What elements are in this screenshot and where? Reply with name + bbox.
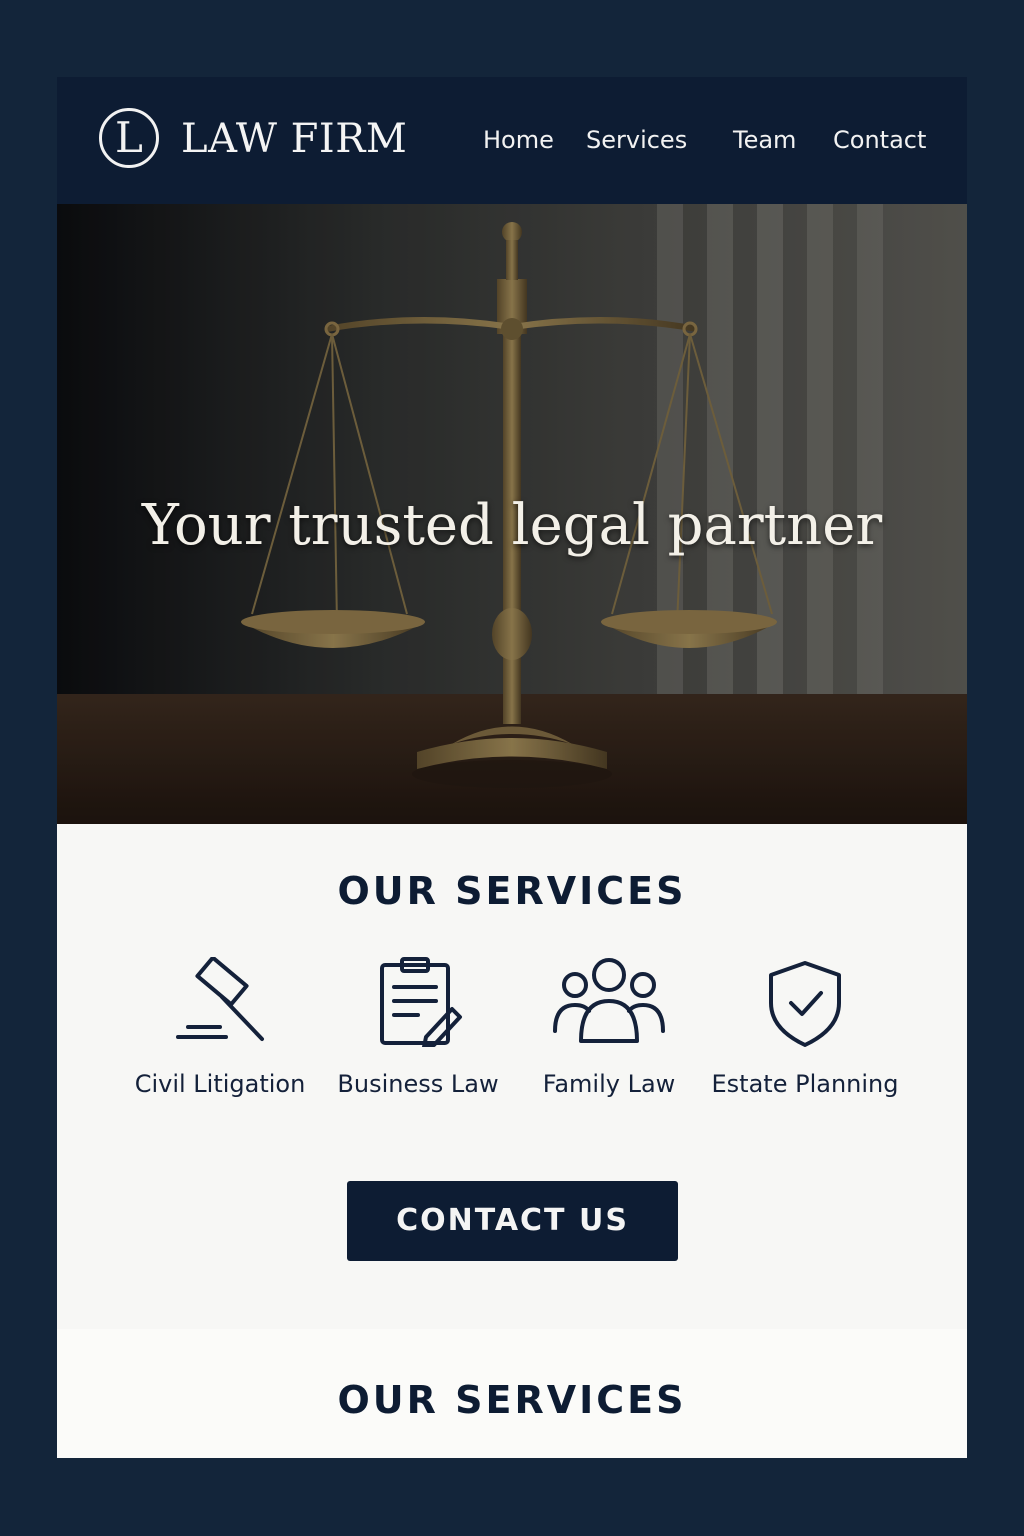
service-label: Business Law xyxy=(337,1070,499,1098)
services-heading-secondary: OUR SERVICES xyxy=(337,1378,687,1422)
shield-check-icon xyxy=(769,961,841,1047)
hero-banner: Your trusted legal partner xyxy=(57,204,967,824)
logo-icon[interactable]: L xyxy=(99,108,159,168)
site-header: L LAW FIRM Home Services Team Contact xyxy=(57,77,967,204)
service-business-law[interactable]: Business Law xyxy=(318,957,518,1099)
service-label: Civil Litigation xyxy=(134,1070,306,1098)
people-icon xyxy=(553,958,665,1043)
service-label: Family Law xyxy=(542,1070,676,1098)
service-civil-litigation[interactable]: Civil Litigation xyxy=(120,957,320,1099)
gavel-icon xyxy=(176,957,264,1041)
lower-section: OUR SERVICES xyxy=(57,1329,967,1458)
services-heading: OUR SERVICES xyxy=(337,869,687,913)
nav-home[interactable]: Home xyxy=(483,125,554,155)
clipboard-icon xyxy=(380,957,462,1047)
hero-title: Your trusted legal partner xyxy=(141,493,883,558)
brand-name[interactable]: LAW FIRM xyxy=(181,115,407,163)
nav-team[interactable]: Team xyxy=(733,125,796,155)
nav-contact[interactable]: Contact xyxy=(833,125,926,155)
service-label: Estate Planning xyxy=(711,1070,899,1098)
contact-us-button[interactable]: CONTACT US xyxy=(347,1181,678,1261)
nav-services[interactable]: Services xyxy=(586,125,687,155)
page: L LAW FIRM Home Services Team Contact Yo… xyxy=(57,77,967,1458)
service-family-law[interactable]: Family Law xyxy=(509,957,709,1099)
service-estate-planning[interactable]: Estate Planning xyxy=(705,957,905,1099)
